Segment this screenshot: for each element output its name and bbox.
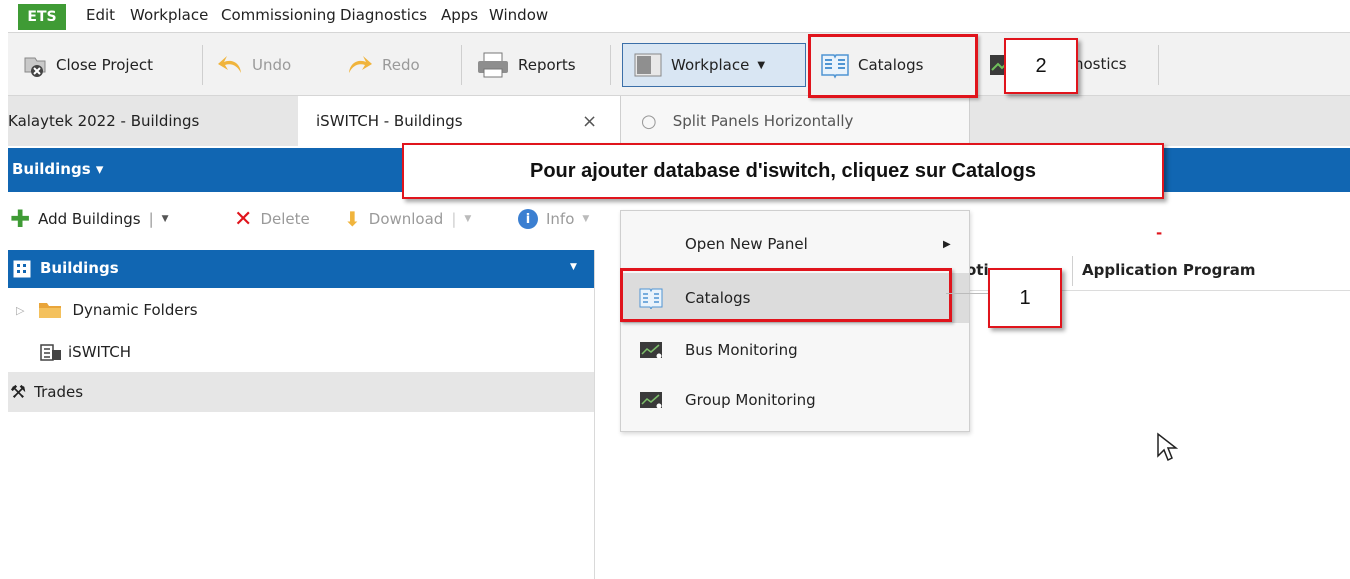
info-button[interactable]: i Info ▼ bbox=[518, 204, 589, 234]
info-icon: i bbox=[518, 209, 538, 229]
undo-button[interactable]: Undo bbox=[216, 45, 291, 85]
folder-icon bbox=[39, 303, 62, 318]
separator-bar: | bbox=[451, 210, 457, 228]
redo-label: Redo bbox=[382, 56, 420, 74]
menu-item-label: Open New Panel bbox=[685, 235, 808, 253]
menu-item-label: Bus Monitoring bbox=[685, 341, 798, 359]
tab-kalaytek-buildings[interactable]: Kalaytek 2022 - Buildings bbox=[8, 96, 298, 146]
building-icon bbox=[40, 344, 61, 361]
menu-window[interactable]: Window bbox=[489, 6, 548, 24]
menu-item-label: Group Monitoring bbox=[685, 391, 816, 409]
step-number: 2 bbox=[1035, 54, 1047, 77]
annotation-instruction-banner: Pour ajouter database d'iswitch, cliquez… bbox=[402, 143, 1164, 199]
instruction-text: Pour ajouter database d'iswitch, cliquez… bbox=[530, 159, 1036, 182]
close-project-icon bbox=[24, 57, 46, 77]
menu-item-group-monitoring[interactable]: Group Monitoring bbox=[621, 375, 969, 425]
annotation-step-1: 1 bbox=[988, 268, 1062, 328]
main-toolbar: Close Project Undo Redo Reports Workplac… bbox=[8, 32, 1350, 96]
annotation-leader-line bbox=[946, 293, 990, 294]
tree-item-label: iSWITCH bbox=[68, 343, 131, 361]
add-buildings-label: Add Buildings bbox=[38, 210, 141, 228]
download-label: Download bbox=[368, 210, 444, 228]
close-project-button[interactable]: Close Project bbox=[22, 45, 153, 85]
download-button[interactable]: ⬇ Download | ▼ bbox=[344, 204, 471, 234]
tree-item-dynamic-folders[interactable]: ▷ Dynamic Folders bbox=[8, 290, 594, 330]
toolbar-separator bbox=[610, 45, 611, 85]
info-label: Info bbox=[546, 210, 575, 228]
red-dot-mark: - bbox=[1156, 224, 1163, 242]
chevron-down-icon[interactable]: ▼ bbox=[162, 214, 169, 224]
add-buildings-button[interactable]: ✚ Add Buildings | ▼ bbox=[10, 204, 169, 234]
delete-label: Delete bbox=[260, 210, 310, 228]
menu-diagnostics[interactable]: Diagnostics bbox=[340, 6, 427, 24]
printer-icon bbox=[478, 52, 508, 78]
delete-button[interactable]: ✕ Delete bbox=[234, 204, 310, 234]
split-panels-label: Split Panels Horizontally bbox=[672, 112, 854, 130]
chevron-down-icon[interactable]: ▼ bbox=[464, 214, 471, 224]
menu-workplace[interactable]: Workplace bbox=[130, 6, 208, 24]
step-number: 1 bbox=[1019, 286, 1031, 309]
undo-label: Undo bbox=[252, 56, 292, 74]
plus-icon: ✚ bbox=[10, 205, 31, 233]
column-divider bbox=[1072, 256, 1073, 286]
trades-section-header[interactable]: ⚒ Trades bbox=[8, 372, 594, 412]
radio-icon: ○ bbox=[641, 110, 657, 132]
building-icon bbox=[13, 260, 31, 278]
tree-item-label: Dynamic Folders bbox=[72, 301, 198, 319]
workplace-label: Workplace bbox=[671, 56, 750, 74]
submenu-arrow-icon: ▶ bbox=[943, 238, 951, 250]
download-icon: ⬇ bbox=[344, 207, 361, 231]
buildings-tree-header[interactable]: Buildings ▼ bbox=[8, 250, 594, 288]
split-panels-item[interactable]: ○ Split Panels Horizontally bbox=[620, 96, 970, 146]
buildings-panel-dropdown[interactable]: Buildings ▾ bbox=[12, 160, 103, 178]
redo-button[interactable]: Redo bbox=[346, 45, 420, 85]
group-monitor-icon bbox=[640, 392, 662, 409]
document-tab-row: Kalaytek 2022 - Buildings iSWITCH - Buil… bbox=[8, 96, 1350, 146]
reports-button[interactable]: Reports bbox=[476, 45, 576, 85]
delete-x-icon: ✕ bbox=[234, 206, 253, 232]
expand-arrow-icon[interactable]: ▷ bbox=[16, 304, 24, 317]
tab-label: Kalaytek 2022 - Buildings bbox=[8, 112, 200, 130]
tree-item-iswitch[interactable]: iSWITCH bbox=[8, 332, 594, 372]
workplace-button[interactable]: Workplace ▼ bbox=[622, 43, 806, 87]
redo-icon bbox=[349, 56, 372, 73]
annotation-step-2: 2 bbox=[1004, 38, 1078, 94]
annotation-highlight-catalogs-menu bbox=[620, 268, 952, 322]
close-project-label: Close Project bbox=[56, 56, 153, 74]
chevron-down-icon: ▼ bbox=[757, 59, 766, 71]
trades-label: Trades bbox=[34, 383, 84, 401]
reports-label: Reports bbox=[518, 56, 576, 74]
toolbar-separator bbox=[1158, 45, 1159, 85]
column-header-application-program[interactable]: Application Program bbox=[1082, 261, 1255, 279]
buildings-tree-title: Buildings bbox=[40, 259, 119, 277]
undo-icon bbox=[218, 56, 241, 73]
toolbar-separator bbox=[461, 45, 462, 85]
menu-item-open-new-panel[interactable]: Open New Panel ▶ bbox=[621, 219, 969, 269]
toolbar-separator bbox=[202, 45, 203, 85]
diagnostics-label: nostics bbox=[1074, 55, 1127, 73]
separator-bar: | bbox=[148, 210, 154, 228]
close-icon[interactable]: × bbox=[582, 111, 597, 132]
chevron-down-icon[interactable]: ▼ bbox=[582, 214, 589, 224]
annotation-highlight-catalogs-toolbar bbox=[808, 34, 978, 98]
buildings-toolbar: ✚ Add Buildings | ▼ ✕ Delete ⬇ Download … bbox=[8, 194, 620, 244]
tools-icon: ⚒ bbox=[10, 381, 27, 403]
buildings-tree-panel: Buildings ▼ ▷ Dynamic Folders iSWITCH ⚒ … bbox=[8, 250, 595, 579]
bus-monitor-icon bbox=[640, 342, 662, 359]
tab-iswitch-buildings[interactable]: iSWITCH - Buildings × bbox=[298, 96, 620, 146]
menu-edit[interactable]: Edit bbox=[86, 6, 115, 24]
menu-item-bus-monitoring[interactable]: Bus Monitoring bbox=[621, 325, 969, 375]
ets-app-button[interactable]: ETS bbox=[18, 4, 66, 30]
tab-label: iSWITCH - Buildings bbox=[316, 112, 463, 130]
mouse-cursor-icon bbox=[1157, 432, 1178, 462]
workplace-icon bbox=[634, 53, 662, 77]
menu-apps[interactable]: Apps bbox=[441, 6, 478, 24]
menu-commissioning[interactable]: Commissioning bbox=[221, 6, 336, 24]
chevron-down-icon[interactable]: ▼ bbox=[570, 262, 577, 272]
menu-bar: ETS Edit Workplace Commissioning Diagnos… bbox=[0, 0, 1350, 30]
